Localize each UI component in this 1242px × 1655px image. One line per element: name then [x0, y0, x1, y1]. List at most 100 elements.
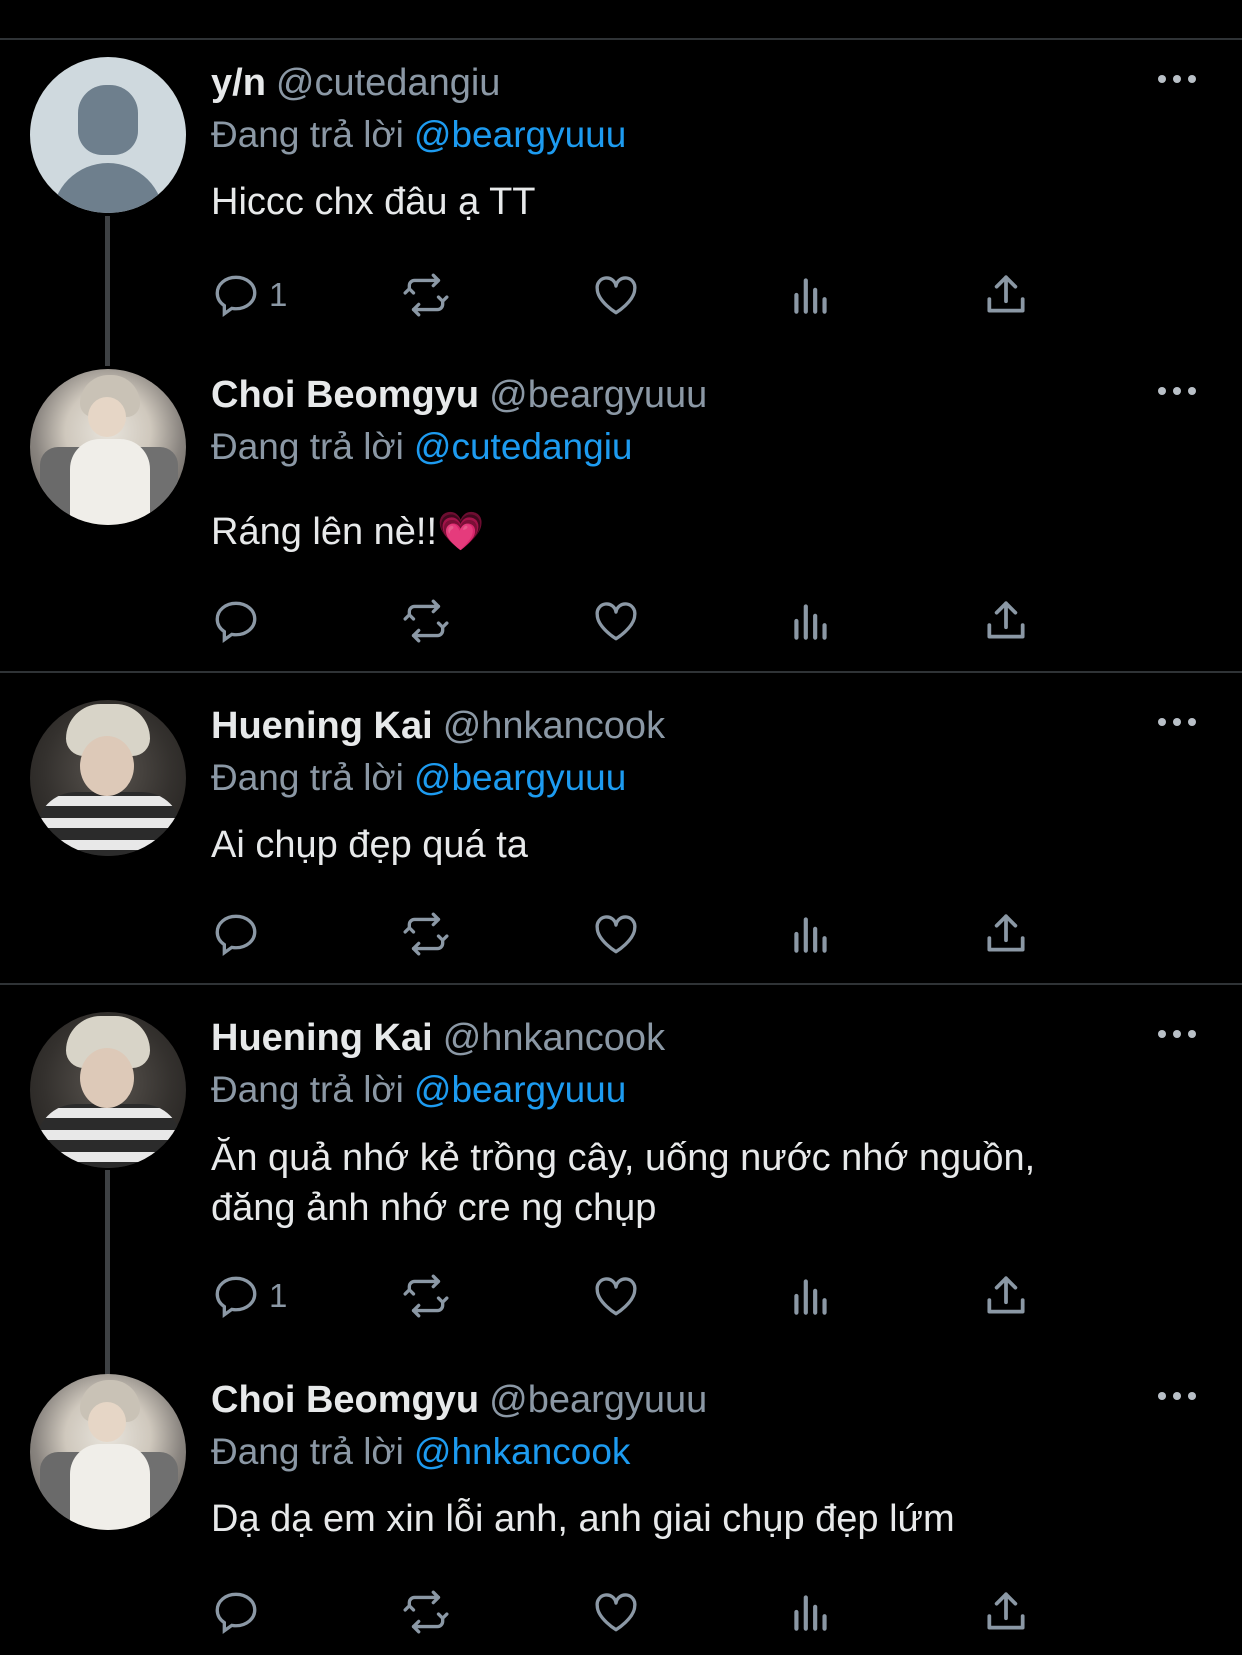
share-button[interactable]: [981, 1268, 1031, 1324]
reply-button[interactable]: [211, 906, 269, 962]
user-handle[interactable]: @hnkancook: [443, 1017, 665, 1059]
views-icon: [794, 1279, 827, 1315]
share-button[interactable]: [981, 906, 1031, 962]
reply-icon: [215, 1276, 257, 1319]
views-icon: [794, 1595, 827, 1631]
reply-icon: [215, 275, 257, 318]
more-icon[interactable]: [1158, 1386, 1198, 1406]
views-button[interactable]: [786, 593, 836, 649]
user-handle[interactable]: @hnkancook: [443, 705, 665, 747]
retweet-button[interactable]: [401, 593, 451, 649]
retweet-button[interactable]: [401, 1268, 451, 1324]
reply-target-link[interactable]: @cutedangiu: [414, 426, 633, 467]
tweet-text: Ai chụp đẹp quá ta: [211, 824, 528, 866]
reply-button[interactable]: 1: [211, 267, 287, 323]
heart-icon: [595, 1593, 637, 1632]
more-icon[interactable]: [1158, 69, 1198, 89]
views-icon: [794, 604, 827, 640]
tweet[interactable]: Huening Kai @hnkancook Đang trả lời @bearg…: [0, 1012, 1242, 1342]
views-button[interactable]: [786, 267, 836, 323]
user-handle[interactable]: @beargyuuu: [489, 1379, 707, 1421]
tweet-divider: [0, 983, 1242, 985]
avatar-photo-part: [70, 1444, 150, 1530]
heart-icon: [595, 276, 637, 315]
reply-prefix: Đang trả lời: [211, 114, 404, 155]
avatar[interactable]: [30, 369, 186, 525]
like-button[interactable]: [591, 1268, 641, 1324]
replying-to: Đang trả lời @cutedangiu: [211, 421, 633, 473]
tweet[interactable]: Choi Beomgyu @beargyuuu Đang trả lời @hnka…: [0, 1374, 1242, 1654]
like-button[interactable]: [591, 267, 641, 323]
retweet-button[interactable]: [401, 1584, 451, 1640]
tweet[interactable]: Huening Kai @hnkancook Đang trả lời @bearg…: [0, 700, 1242, 970]
avatar-photo-part: [70, 439, 150, 525]
retweet-icon: [403, 1590, 449, 1634]
tweet-actions: 1: [211, 267, 1111, 327]
retweet-button[interactable]: [401, 906, 451, 962]
tweet-divider: [0, 671, 1242, 673]
tweet-header: Choi Beomgyu @beargyuuu: [211, 1374, 707, 1426]
top-divider: [0, 38, 1242, 40]
like-button[interactable]: [591, 1584, 641, 1640]
share-icon: [987, 1276, 1025, 1314]
reply-button[interactable]: [211, 1584, 269, 1640]
share-button[interactable]: [981, 267, 1031, 323]
tweet[interactable]: Choi Beomgyu @beargyuuu Đang trả lời @cute…: [0, 369, 1242, 659]
display-name[interactable]: Huening Kai: [211, 1017, 433, 1059]
avatar-photo-part: [88, 1402, 126, 1442]
reply-target-link[interactable]: @beargyuuu: [414, 757, 626, 798]
replying-to: Đang trả lời @beargyuuu: [211, 752, 626, 804]
like-button[interactable]: [591, 906, 641, 962]
more-icon[interactable]: [1158, 381, 1198, 401]
share-button[interactable]: [981, 593, 1031, 649]
reply-prefix: Đang trả lời: [211, 426, 404, 467]
reply-icon: [215, 601, 257, 644]
avatar[interactable]: [30, 1374, 186, 1530]
reply-count: 1: [269, 1277, 288, 1314]
views-button[interactable]: [786, 906, 836, 962]
replying-to: Đang trả lời @beargyuuu: [211, 109, 626, 161]
like-button[interactable]: [591, 593, 641, 649]
share-icon: [987, 1592, 1025, 1630]
reply-prefix: Đang trả lời: [211, 757, 404, 798]
tweet-header: Huening Kai @hnkancook: [211, 700, 665, 752]
more-icon[interactable]: [1158, 1024, 1198, 1044]
reply-icon: [215, 1592, 257, 1635]
user-handle[interactable]: @beargyuuu: [489, 374, 707, 416]
avatar[interactable]: [30, 57, 186, 213]
share-button[interactable]: [981, 1584, 1031, 1640]
retweet-button[interactable]: [401, 267, 451, 323]
reply-target-link[interactable]: @beargyuuu: [414, 114, 626, 155]
default-avatar-body: [52, 163, 164, 213]
reply-button[interactable]: 1: [211, 1268, 287, 1324]
tweet-actions: [211, 906, 1111, 966]
display-name[interactable]: y/n: [211, 62, 266, 104]
display-name[interactable]: Huening Kai: [211, 705, 433, 747]
share-icon: [987, 914, 1025, 952]
reply-button[interactable]: [211, 593, 269, 649]
views-button[interactable]: [786, 1268, 836, 1324]
reply-prefix: Đang trả lời: [211, 1431, 404, 1472]
views-icon: [794, 917, 827, 953]
avatar[interactable]: [30, 700, 186, 856]
replying-to: Đang trả lời @beargyuuu: [211, 1064, 626, 1116]
views-button[interactable]: [786, 1584, 836, 1640]
reply-target-link[interactable]: @hnkancook: [414, 1431, 631, 1472]
tweet-text: Ráng lên nè!!💗: [211, 507, 484, 557]
heart-icon: [595, 915, 637, 954]
tweet[interactable]: y/n @cutedangiu Đang trả lời @beargyuuu Hi…: [0, 57, 1242, 347]
display-name[interactable]: Choi Beomgyu: [211, 374, 479, 416]
tweet-header: Choi Beomgyu @beargyuuu: [211, 369, 707, 421]
avatar-photo-part: [80, 736, 134, 796]
display-name[interactable]: Choi Beomgyu: [211, 1379, 479, 1421]
reply-target-link[interactable]: @beargyuuu: [414, 1069, 626, 1110]
user-handle[interactable]: @cutedangiu: [276, 62, 501, 104]
avatar[interactable]: [30, 1012, 186, 1168]
retweet-icon: [403, 1274, 449, 1318]
pink-heart-emoji: 💗: [437, 511, 485, 553]
retweet-icon: [403, 599, 449, 643]
more-icon[interactable]: [1158, 712, 1198, 732]
retweet-icon: [403, 273, 449, 317]
reply-count: 1: [269, 276, 288, 313]
replying-to: Đang trả lời @hnkancook: [211, 1426, 630, 1478]
